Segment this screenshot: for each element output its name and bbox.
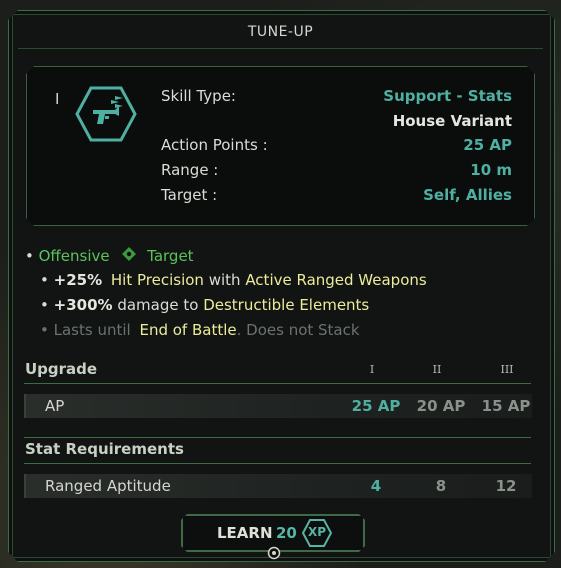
effect-line-damage: • +300% damage to Destructible Elements [40, 296, 370, 314]
xp-icon: XP [301, 518, 333, 548]
req-level-3-value: 12 [495, 477, 517, 495]
gamepad-button-icon [267, 546, 281, 560]
learn-cost: 20 [276, 524, 297, 542]
blaster-icon [75, 86, 137, 142]
target-label: Target : [161, 186, 218, 204]
effect-condition: Destructible Elements [203, 296, 370, 314]
upgrade-heading: Upgrade [25, 360, 98, 378]
duration-suffix: . Does not Stack [236, 321, 360, 339]
upgrade-level-3-value: 15 AP [481, 397, 531, 415]
req-level-2-value: 8 [435, 477, 447, 495]
tag-offensive: Offensive [38, 247, 110, 265]
skill-type-label: Skill Type: [161, 87, 236, 105]
req-level-1-value: 4 [370, 477, 382, 495]
effect-tags-line: • Offensive Target [25, 247, 194, 265]
title-divider [18, 48, 543, 49]
level-3-header: III [500, 363, 514, 376]
effect-stat: Hit Precision [110, 271, 204, 289]
effect-line-hit-precision: • +25% Hit Precision with Active Ranged … [40, 271, 427, 289]
bullet-dot: • [25, 247, 39, 265]
effect-with: with [208, 271, 241, 289]
tier-mark: I [55, 90, 60, 108]
level-2-header: II [432, 363, 442, 376]
diamond-target-icon [122, 247, 137, 261]
effect-amount: +25% [53, 271, 103, 289]
range-label: Range : [161, 161, 219, 179]
requirements-row-label: Ranged Aptitude [45, 477, 171, 495]
duration-prefix: Lasts until [53, 321, 131, 339]
upgrade-divider [24, 383, 531, 384]
target-value: Self, Allies [423, 186, 512, 204]
action-points-value: 25 AP [463, 136, 512, 154]
requirements-heading: Stat Requirements [25, 440, 184, 458]
tag-target: Target [147, 247, 194, 265]
learn-label: LEARN [217, 524, 273, 542]
xp-label: XP [307, 525, 327, 539]
effect-line-duration: • Lasts until End of Battle. Does not St… [40, 321, 360, 339]
range-value: 10 m [470, 161, 512, 179]
upgrade-row-label: AP [45, 397, 65, 415]
skill-type-value: Support - Stats [383, 87, 512, 105]
upgrade-level-2-value: 20 AP [416, 397, 466, 415]
upgrade-level-1-value: 25 AP [351, 397, 401, 415]
panel-title: TUNE-UP [247, 24, 314, 40]
requirements-divider [24, 463, 531, 464]
level-1-header: I [369, 363, 375, 376]
effect-text: damage to [117, 296, 199, 314]
action-points-label: Action Points : [161, 136, 268, 154]
effect-amount: +300% [53, 296, 113, 314]
effect-condition: Active Ranged Weapons [245, 271, 427, 289]
duration-condition: End of Battle [139, 321, 237, 339]
requirements-top-divider [24, 437, 531, 438]
variant-value: House Variant [392, 112, 512, 130]
